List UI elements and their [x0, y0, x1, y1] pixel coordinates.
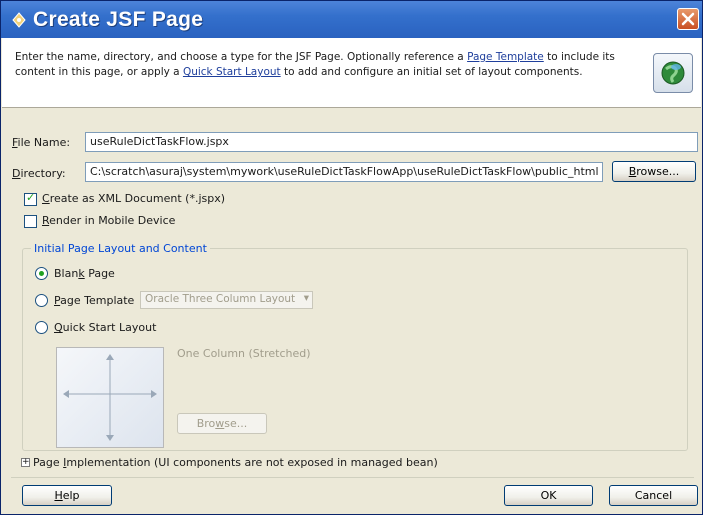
chevron-down-icon: ▾	[303, 292, 309, 304]
render-mobile-checkbox[interactable]	[24, 215, 37, 228]
create-xml-checkbox[interactable]: ✓	[24, 191, 37, 206]
browse-button[interactable]: Browse...	[612, 161, 696, 182]
header-text-1: Enter the name, directory, and choose a …	[15, 51, 468, 63]
quick-start-label-rest: uick Start Layout	[62, 321, 157, 334]
cancel-button[interactable]: Cancel	[609, 485, 698, 506]
page-template-label: Page Template	[54, 294, 134, 307]
page-implementation-label-pre: Page	[33, 456, 64, 469]
directory-label: Directory:	[12, 167, 66, 180]
create-xml-label-rest: reate as XML Document (*.jspx)	[49, 192, 226, 205]
quick-start-radio[interactable]	[35, 321, 48, 334]
title-bar[interactable]: Create JSF Page	[1, 1, 702, 38]
quick-start-mnemonic: Q	[54, 321, 63, 334]
file-name-input[interactable]: useRuleDictTaskFlow.jspx	[85, 132, 698, 152]
header-text-3: to add and configure an initial set of l…	[280, 66, 583, 78]
blank-page-radio[interactable]	[35, 267, 48, 280]
preview-browse-pre: Bro	[196, 417, 216, 430]
header-description: Enter the name, directory, and choose a …	[15, 50, 635, 80]
quick-start-layout-link[interactable]: Quick Start Layout	[183, 66, 281, 78]
preview-browse-post: se...	[224, 417, 248, 430]
quick-start-label: Quick Start Layout	[54, 321, 156, 334]
dialog-title: Create JSF Page	[33, 8, 204, 31]
preview-browse-mnemonic: w	[215, 417, 225, 430]
render-mobile-label: Render in Mobile Device	[42, 214, 175, 227]
blank-page-label: Blank Page	[54, 267, 115, 280]
ok-button[interactable]: OK	[504, 485, 593, 506]
page-template-select[interactable]: Oracle Three Column Layout ▾	[140, 291, 313, 309]
file-name-label: File Name:	[12, 136, 70, 149]
close-icon	[681, 12, 695, 26]
create-xml-mnemonic: C	[42, 192, 50, 205]
directory-input[interactable]: C:\scratch\asuraj\system\mywork\useRuleD…	[85, 162, 603, 182]
preview-caption: One Column (Stretched)	[177, 347, 311, 360]
create-xml-label: Create as XML Document (*.jspx)	[42, 192, 225, 205]
help-mnemonic: H	[54, 489, 63, 502]
jdev-icon	[12, 12, 26, 28]
close-button[interactable]	[677, 8, 699, 30]
dialog-header: Enter the name, directory, and choose a …	[2, 38, 701, 108]
page-template-link[interactable]: Page Template	[467, 51, 544, 63]
page-template-radio[interactable]	[35, 294, 48, 307]
preview-browse-button[interactable]: Browse...	[177, 413, 267, 434]
blank-page-label-post: Page	[84, 267, 115, 280]
radio-selected-dot	[39, 271, 44, 276]
help-button[interactable]: Help	[22, 485, 112, 506]
page-implementation-label[interactable]: Page Implementation (UI components are n…	[33, 456, 438, 469]
render-mobile-label-rest: ender in Mobile Device	[49, 214, 176, 227]
footer-divider	[11, 477, 694, 478]
browse-label-rest: rowse...	[636, 165, 680, 178]
initial-layout-group-title: Initial Page Layout and Content	[31, 242, 210, 255]
globe-icon	[661, 61, 685, 85]
page-template-label-rest: age Template	[60, 294, 135, 307]
layout-preview-icon	[63, 354, 157, 441]
page-implementation-note: (UI components are not exposed in manage…	[150, 456, 438, 469]
create-jsf-page-dialog: Create JSF Page Enter the name, director…	[0, 0, 703, 515]
check-icon: ✓	[26, 191, 36, 204]
header-icon-frame	[653, 53, 693, 93]
blank-page-label-pre: Blan	[54, 267, 79, 280]
page-template-select-value: Oracle Three Column Layout	[145, 293, 296, 305]
layout-preview	[56, 347, 164, 448]
page-implementation-expander[interactable]: +	[21, 458, 30, 467]
directory-label-rest: irectory:	[20, 167, 66, 180]
help-label-rest: elp	[62, 489, 80, 502]
file-name-label-rest: ile Name:	[17, 136, 71, 149]
page-implementation-label-rest: mplementation	[66, 456, 151, 469]
